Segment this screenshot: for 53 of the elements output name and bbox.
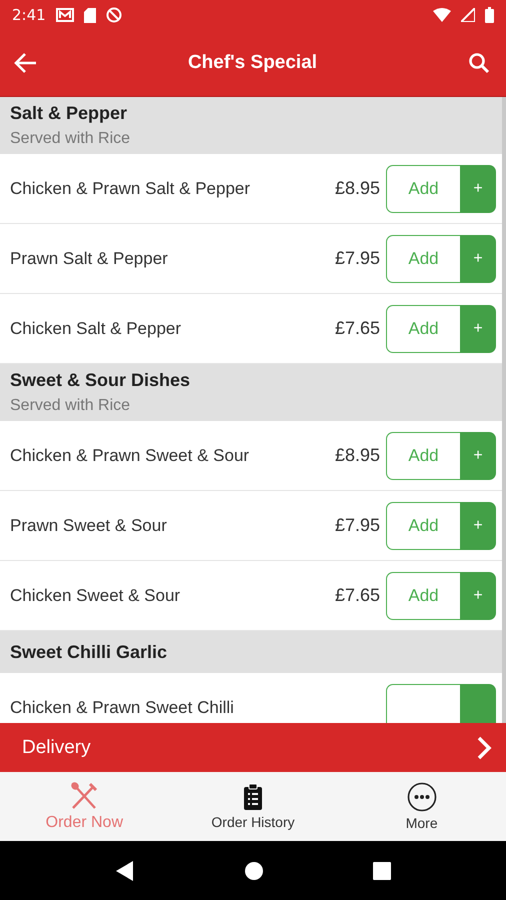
blocked-icon: [106, 7, 122, 23]
add-button[interactable]: Add: [386, 304, 460, 352]
section-title: Sweet & Sour Dishes: [10, 370, 192, 391]
more-icon: [406, 782, 437, 812]
dish-price: £7.95: [334, 515, 380, 536]
status-time: 2:41: [12, 6, 46, 24]
back-icon[interactable]: [114, 860, 135, 882]
dish-price: £7.65: [334, 585, 380, 606]
wifi-icon: [433, 8, 451, 22]
section-subtitle: Served with Rice: [10, 397, 132, 415]
chevron-right-icon: [476, 736, 492, 760]
add-button[interactable]: Add: [386, 502, 460, 550]
nav-tab[interactable]: Order Now: [0, 772, 169, 841]
page-title: Chef's Special: [188, 52, 318, 74]
delivery-label: Delivery: [22, 736, 91, 758]
dish-name: Chicken & Prawn Salt & Pepper: [10, 178, 252, 198]
plus-button[interactable]: +: [460, 432, 496, 480]
recents-icon[interactable]: [373, 862, 392, 880]
add-button[interactable]: Add: [386, 432, 460, 480]
clipboard-icon: [242, 783, 264, 811]
delivery-bar[interactable]: Delivery: [0, 723, 506, 772]
plus-button[interactable]: +: [460, 304, 496, 352]
add-button[interactable]: Add: [386, 572, 460, 620]
dish-name: Chicken & Prawn Sweet Chilli: [10, 698, 235, 718]
dish-price: £7.65: [334, 318, 380, 339]
search-icon[interactable]: [468, 52, 490, 74]
dish-name: Chicken Sweet & Sour: [10, 586, 182, 606]
utensils-icon: [69, 781, 100, 811]
add-button[interactable]: Add: [386, 234, 460, 282]
signal-icon: [461, 8, 475, 22]
add-button[interactable]: [386, 684, 460, 723]
plus-button[interactable]: +: [460, 164, 496, 212]
dish-name: Chicken Salt & Pepper: [10, 318, 182, 338]
mail-icon: [56, 8, 74, 22]
dish-price: £8.95: [334, 178, 380, 199]
plus-button[interactable]: +: [460, 234, 496, 282]
dish-name: Chicken & Prawn Sweet & Sour: [10, 446, 250, 466]
sd-card-icon: [84, 8, 96, 22]
section-subtitle: Served with Rice: [10, 130, 132, 148]
battery-icon: [485, 7, 494, 23]
dish-name: Prawn Sweet & Sour: [10, 516, 168, 536]
section-title: Sweet Chilli Garlic: [10, 642, 168, 662]
plus-button[interactable]: +: [460, 502, 496, 550]
nav-tab[interactable]: Order History: [168, 772, 338, 841]
dish-price: £8.95: [334, 445, 380, 466]
dish-name: Prawn Salt & Pepper: [10, 248, 169, 268]
nav-tab[interactable]: More: [337, 772, 506, 841]
section-title: Salt & Pepper: [10, 103, 128, 124]
home-icon[interactable]: [244, 860, 264, 880]
back-arrow-icon[interactable]: [13, 52, 37, 74]
add-button[interactable]: Add: [386, 164, 460, 212]
plus-button[interactable]: +: [460, 572, 496, 620]
dish-price: £7.95: [334, 248, 380, 269]
